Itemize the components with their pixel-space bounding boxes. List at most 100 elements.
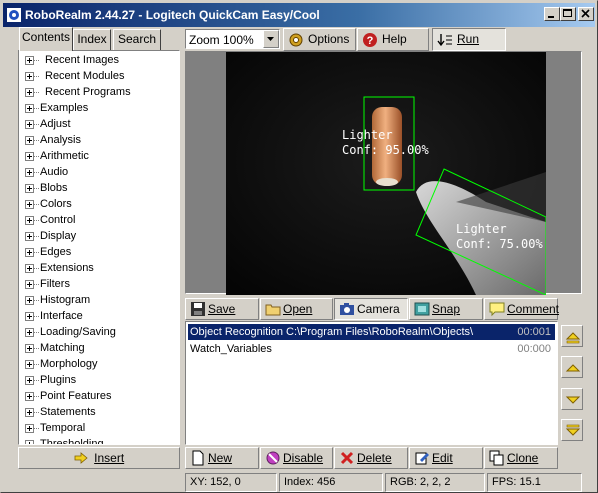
pipeline-row[interactable]: Object Recognition C:\Program Files\Robo… [188,324,555,340]
expand-plus-icon[interactable] [25,72,34,81]
tree-item-label: Thresholding [40,438,104,445]
expand-plus-icon[interactable] [25,264,34,273]
edit-button[interactable]: Edit [409,447,483,469]
minimize-button[interactable] [544,7,560,21]
expand-plus-icon[interactable] [25,248,34,257]
folder-icon [265,304,281,316]
pipeline-row-time: 00:001 [517,326,551,338]
expand-plus-icon[interactable] [25,184,34,193]
edit-icon [415,452,429,465]
disable-icon [266,451,280,465]
roborealm-icon [7,8,21,22]
expand-plus-icon[interactable] [25,104,34,113]
camera-view[interactable]: Lighter Conf: 95.00% Lighter Conf: 75.00… [226,52,546,295]
new-button[interactable]: New [185,447,259,469]
expand-plus-icon[interactable] [25,200,34,209]
tree-connector [34,396,39,397]
tree-connector [34,412,39,413]
status-index: Index: 456 [279,473,383,492]
expand-plus-icon[interactable] [25,360,34,369]
pipeline-row[interactable]: Watch_Variables 00:000 [188,341,555,357]
camera-icon [340,303,354,315]
tree-item-label: Display [40,230,77,242]
pipeline-list[interactable]: Object Recognition C:\Program Files\Robo… [185,321,558,445]
snap-icon [414,302,430,316]
tab-contents[interactable]: Contents [19,27,73,51]
open-button[interactable]: Open [260,298,333,320]
tree-connector [34,236,39,237]
insert-button-label: Insert [94,451,125,465]
options-button[interactable]: Options [283,28,356,51]
help-label: Help [382,32,407,46]
expand-plus-icon[interactable] [25,152,34,161]
tree-connector [34,428,39,429]
save-button[interactable]: Save [185,298,259,320]
tree-connector [34,268,39,269]
expand-plus-icon[interactable] [25,280,34,289]
zoom-dropdown-button[interactable] [263,30,279,48]
comment-button[interactable]: Comment [484,298,560,320]
move-to-bottom-button[interactable] [561,419,583,441]
tree-item-label: Filters [40,278,70,290]
disable-label: Disable [283,451,324,465]
tab-search[interactable]: Search [113,29,161,50]
module-tree[interactable]: Recent Images Recent Modules Recent Progra… [18,50,180,445]
move-to-top-button[interactable] [561,325,583,347]
expand-plus-icon[interactable] [25,56,34,65]
title-bar[interactable]: RoboRealm 2.44.27 - Logitech QuickCam Ea… [3,3,595,27]
delete-button[interactable]: Delete [334,447,408,469]
tree-connector [34,380,39,381]
tab-index[interactable]: Index [73,29,111,50]
insert-button[interactable]: Insert [18,447,180,469]
tab-contents-label: Contents [21,30,71,44]
video-panel: Lighter Conf: 95.00% Lighter Conf: 75.00… [185,51,582,295]
expand-plus-icon[interactable] [25,344,34,353]
tree-item-label: Arithmetic [40,150,89,162]
expand-plus-icon[interactable] [25,392,34,401]
close-icon [581,9,590,18]
expand-plus-icon[interactable] [25,232,34,241]
new-label: New [208,451,233,465]
help-button[interactable]: ? Help [357,28,429,51]
expand-plus-icon[interactable] [25,120,34,129]
gear-icon [289,33,303,47]
tree-item-label: Plugins [40,374,77,386]
pipeline-row-time: 00:000 [517,343,551,355]
app-window: RoboRealm 2.44.27 - Logitech QuickCam Ea… [0,0,598,493]
detection-2-object: Lighter [456,222,507,236]
expand-plus-icon[interactable] [25,312,34,321]
tree-item-label: Audio [40,166,69,178]
open-label: Open [283,302,313,316]
clone-button[interactable]: Clone [484,447,558,469]
camera-button[interactable]: Camera [334,298,408,320]
tree-connector [34,156,39,157]
expand-plus-icon[interactable] [25,408,34,417]
expand-plus-icon[interactable] [25,168,34,177]
expand-plus-icon[interactable] [25,296,34,305]
close-button[interactable] [578,7,594,21]
run-button[interactable]: Run [432,28,506,51]
tree-item-label: Adjust [40,118,71,130]
delete-label: Delete [357,451,392,465]
expand-plus-icon[interactable] [25,328,34,337]
clone-icon [489,450,504,466]
maximize-button[interactable] [560,7,576,21]
detection-2-confidence: Conf: 75.00% [456,237,543,251]
expand-plus-icon[interactable] [25,136,34,145]
tree-connector [34,220,39,221]
comment-label: Comment [507,302,560,316]
expand-plus-icon[interactable] [25,424,34,433]
expand-plus-icon[interactable] [25,376,34,385]
expand-plus-icon[interactable] [25,216,34,225]
snap-button[interactable]: Snap [409,298,483,320]
disable-button[interactable]: Disable [260,447,333,469]
zoom-select[interactable]: Zoom 100% [185,29,280,49]
zoom-select-value: Zoom 100% [189,33,254,47]
pipeline-row-name: Object Recognition C:\Program Files\Robo… [190,326,474,338]
expand-plus-icon[interactable] [25,440,34,444]
svg-text:?: ? [367,35,374,47]
move-down-button[interactable] [561,388,583,410]
move-up-button[interactable] [561,356,583,378]
expand-plus-icon[interactable] [25,88,34,97]
arrow-down-icon [565,396,581,404]
